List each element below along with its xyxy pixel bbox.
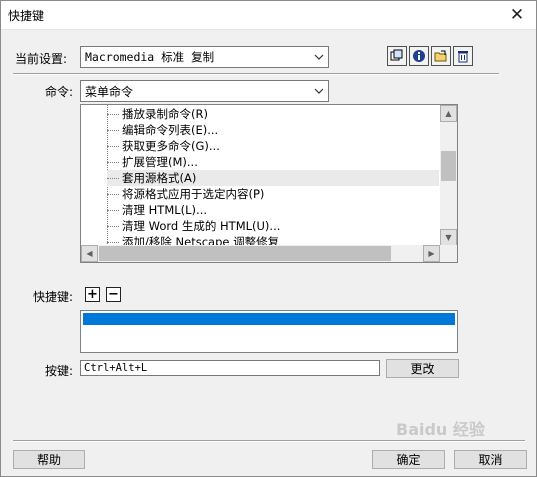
key-input[interactable]: Ctrl+Alt+L: [80, 360, 380, 376]
plus-icon: +: [87, 287, 98, 302]
command-item[interactable]: 清理 Word 生成的 HTML(U)...: [107, 218, 439, 234]
scrollbar-corner: [440, 245, 457, 262]
current-settings-value: Macromedia 标准 复制: [85, 50, 215, 64]
command-label: 命令:: [45, 85, 74, 99]
help-button[interactable]: 帮助: [13, 450, 85, 469]
command-item[interactable]: 播放录制命令(R): [107, 106, 439, 122]
ok-button[interactable]: 确定: [372, 450, 445, 469]
change-button[interactable]: 更改: [386, 359, 459, 378]
command-item[interactable]: 将源格式应用于选定内容(P): [107, 186, 439, 202]
command-item[interactable]: 编辑命令列表(E)...: [107, 122, 439, 138]
shortcuts-dialog: 快捷键 ✕ 当前设置: Macromedia 标准 复制 命令: 菜单命令 播放…: [0, 0, 537, 477]
current-settings-label: 当前设置:: [15, 52, 68, 66]
horizontal-scroll-thumb[interactable]: [99, 246, 391, 261]
trash-icon: [458, 51, 468, 63]
add-shortcut-button[interactable]: +: [85, 287, 100, 302]
horizontal-scrollbar[interactable]: ◀ ▶: [81, 245, 440, 262]
title-bar: 快捷键 ✕: [1, 1, 536, 30]
chevron-down-icon: [310, 47, 328, 67]
separator-top: [13, 73, 499, 75]
dialog-title: 快捷键: [8, 9, 45, 23]
duplicate-set-button[interactable]: [387, 46, 407, 66]
remove-shortcut-button[interactable]: −: [106, 287, 121, 302]
shortcut-label: 快捷键:: [33, 290, 74, 304]
current-settings-select[interactable]: Macromedia 标准 复制: [80, 46, 329, 68]
close-button[interactable]: ✕: [498, 1, 536, 30]
vertical-scroll-thumb[interactable]: [441, 151, 456, 181]
command-value: 菜单命令: [85, 84, 134, 99]
folder-export-icon: [434, 50, 447, 62]
scroll-left-icon[interactable]: ◀: [81, 245, 98, 262]
close-icon: ✕: [509, 5, 525, 25]
cancel-button[interactable]: 取消: [454, 450, 527, 469]
info-icon: [413, 50, 425, 62]
key-label: 按键:: [45, 364, 74, 378]
vertical-scrollbar[interactable]: ▲ ▼: [440, 105, 457, 246]
scroll-right-icon[interactable]: ▶: [423, 245, 440, 262]
shortcut-list[interactable]: [80, 310, 458, 353]
rename-set-button[interactable]: [409, 46, 429, 66]
command-item[interactable]: 扩展管理(M)...: [107, 154, 439, 170]
duplicate-icon: [390, 49, 403, 61]
command-item-selected[interactable]: 套用源格式(A): [107, 170, 439, 186]
scroll-up-icon[interactable]: ▲: [440, 105, 457, 122]
command-item[interactable]: 清理 HTML(L)...: [107, 202, 439, 218]
chevron-down-icon: [310, 81, 328, 101]
export-set-button[interactable]: [431, 46, 451, 66]
scroll-down-icon[interactable]: ▼: [440, 229, 457, 246]
shortcut-list-selected-row[interactable]: [83, 313, 455, 325]
minus-icon: −: [108, 287, 119, 302]
command-list[interactable]: 播放录制命令(R) 编辑命令列表(E)... 获取更多命令(G)... 扩展管理…: [80, 104, 458, 263]
command-select[interactable]: 菜单命令: [80, 80, 329, 102]
watermark: Baidu 经验: [396, 420, 485, 439]
delete-set-button[interactable]: [453, 46, 473, 66]
command-item[interactable]: 获取更多命令(G)...: [107, 138, 439, 154]
